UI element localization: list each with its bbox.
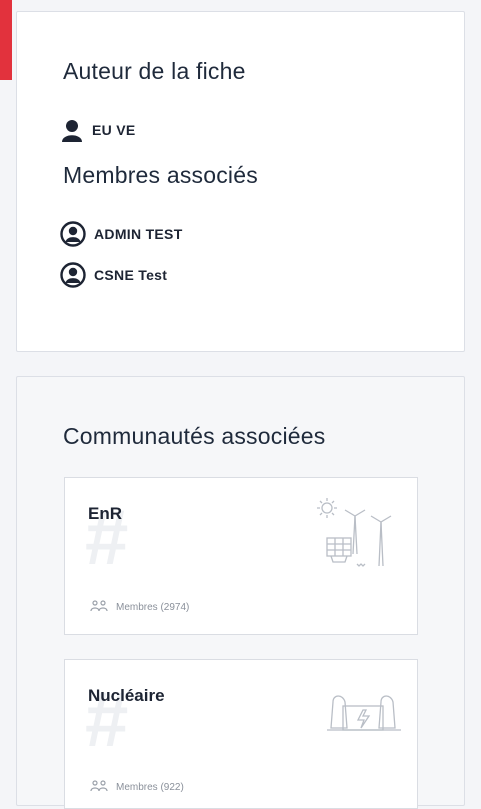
author-card: Auteur de la fiche EU VE Membres associé… [16,11,465,352]
member-row[interactable]: CSNE Test [60,262,167,288]
author-section-title: Auteur de la fiche [63,58,246,84]
community-card-enr[interactable]: # EnR Membres (2974) [64,477,418,635]
author-row[interactable]: EU VE [60,118,136,142]
user-icon [60,118,84,142]
community-members: Membres (2974) [90,600,189,615]
members-section-title: Membres associés [63,162,258,188]
user-circle-icon [60,262,86,288]
member-name: ADMIN TEST [94,226,183,242]
people-icon [90,780,110,795]
author-name: EU VE [92,122,136,138]
communities-card: Communautés associées # EnR Membres (297… [16,376,465,809]
community-card-nucleaire[interactable]: # Nucléaire Membres (922) [64,659,418,809]
community-name: Nucléaire [88,686,165,705]
community-members: Membres (922) [90,780,184,795]
communities-section-title: Communautés associées [63,423,326,449]
nuclear-plant-icon [323,676,403,741]
members-count: Membres (2974) [116,602,190,613]
renewable-energy-icon [313,494,403,579]
user-circle-icon [60,221,86,247]
member-row[interactable]: ADMIN TEST [60,221,183,247]
member-name: CSNE Test [94,267,168,283]
people-icon [90,600,110,615]
members-count: Membres (922) [116,782,184,793]
accent-strip [0,0,12,80]
community-name: EnR [88,504,122,523]
